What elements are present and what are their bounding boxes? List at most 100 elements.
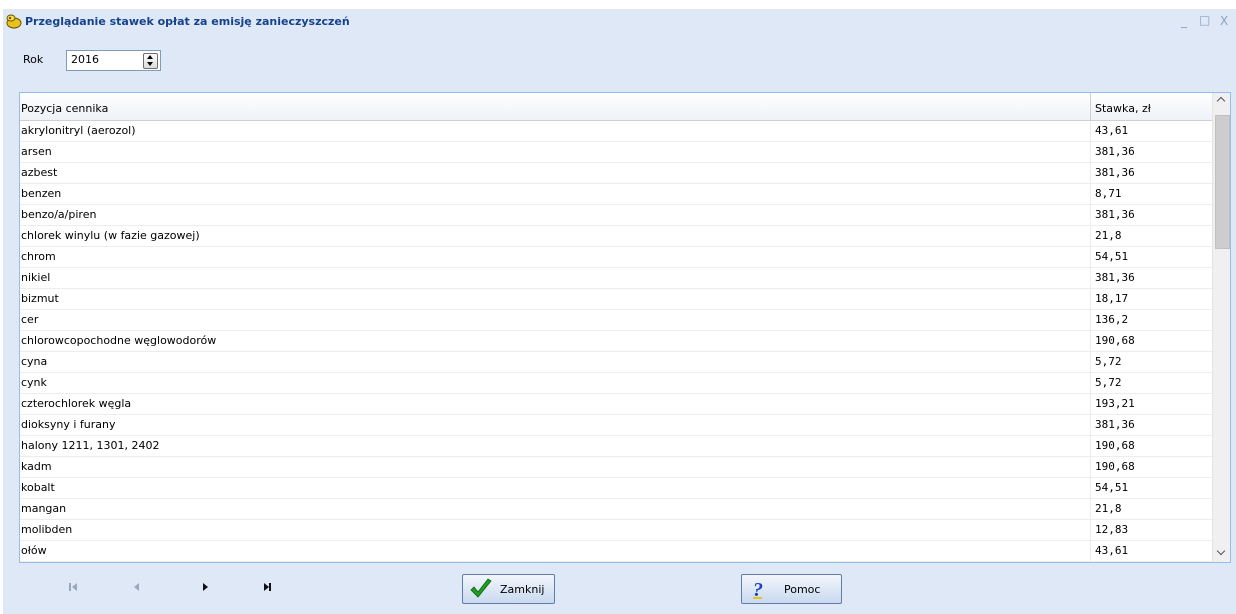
table-row[interactable]: nikiel 381,36 bbox=[20, 268, 1212, 289]
table-row[interactable]: mangan 21,8 bbox=[20, 499, 1212, 520]
table-row[interactable]: chlorek winylu (w fazie gazowej) 21,8 bbox=[20, 226, 1212, 247]
cell-rate: 381,36 bbox=[1095, 418, 1135, 431]
cell-rate: 381,36 bbox=[1095, 271, 1135, 284]
cell-item-name: molibden bbox=[21, 523, 73, 536]
cell-divider bbox=[1090, 457, 1091, 477]
cell-item-name: dioksyny i furany bbox=[21, 418, 116, 431]
table-row[interactable]: cer 136,2 bbox=[20, 310, 1212, 331]
cell-item-name: chlorowcopochodne węglowodorów bbox=[21, 334, 217, 347]
help-button[interactable]: ? Pomoc bbox=[741, 574, 842, 604]
first-record-button[interactable] bbox=[66, 579, 82, 595]
table-row[interactable]: dioksyny i furany 381,36 bbox=[20, 415, 1212, 436]
question-mark-icon: ? bbox=[753, 579, 763, 600]
table-row[interactable]: arsen 381,36 bbox=[20, 142, 1212, 163]
next-record-button[interactable] bbox=[198, 579, 214, 595]
cell-rate: 43,61 bbox=[1095, 544, 1129, 557]
cell-item-name: chrom bbox=[21, 250, 56, 263]
cell-divider bbox=[1090, 268, 1091, 288]
cell-item-name: akrylonitryl (aerozol) bbox=[21, 124, 136, 137]
cell-rate: 8,71 bbox=[1095, 187, 1122, 200]
first-record-icon bbox=[69, 583, 71, 591]
checkmark-icon bbox=[470, 578, 492, 598]
close-button-label: Zamknij bbox=[500, 583, 545, 596]
chevron-up-icon bbox=[1216, 96, 1226, 106]
table-row[interactable]: benzo/a/piren 381,36 bbox=[20, 205, 1212, 226]
year-label: Rok bbox=[23, 53, 44, 66]
spin-down-icon[interactable] bbox=[147, 62, 153, 66]
table-row[interactable]: czterochlorek węgla 193,21 bbox=[20, 394, 1212, 415]
cell-rate: 54,51 bbox=[1095, 481, 1129, 494]
close-window-button[interactable]: X bbox=[1220, 14, 1228, 28]
cell-rate: 193,21 bbox=[1095, 397, 1135, 410]
cell-divider bbox=[1090, 415, 1091, 435]
cell-divider bbox=[1090, 499, 1091, 519]
window-title: Przeglądanie stawek opłat za emisję zani… bbox=[25, 15, 350, 28]
cell-item-name: kobalt bbox=[21, 481, 55, 494]
cell-divider bbox=[1090, 520, 1091, 540]
column-header-item[interactable]: Pozycja cennika bbox=[21, 102, 108, 115]
cell-item-name: benzo/a/piren bbox=[21, 208, 97, 221]
cell-item-name: czterochlorek węgla bbox=[21, 397, 132, 410]
close-button[interactable]: Zamknij bbox=[462, 574, 555, 604]
scroll-down-button[interactable] bbox=[1213, 545, 1230, 562]
table-row[interactable]: azbest 381,36 bbox=[20, 163, 1212, 184]
table-row[interactable]: kobalt 54,51 bbox=[20, 478, 1212, 499]
cell-item-name: halony 1211, 1301, 2402 bbox=[21, 439, 160, 452]
year-value[interactable]: 2016 bbox=[71, 53, 99, 66]
cell-divider bbox=[1090, 331, 1091, 351]
cell-item-name: chlorek winylu (w fazie gazowej) bbox=[21, 229, 200, 242]
table-row[interactable]: ołów 43,61 bbox=[20, 541, 1212, 562]
svg-text:?: ? bbox=[753, 579, 763, 600]
year-spin-buttons[interactable] bbox=[143, 53, 158, 69]
cell-item-name: cynk bbox=[21, 376, 47, 389]
app-icon bbox=[6, 14, 22, 29]
title-bar[interactable]: Przeglądanie stawek opłat za emisję zani… bbox=[3, 9, 1236, 37]
cell-item-name: arsen bbox=[21, 145, 52, 158]
table-row[interactable]: halony 1211, 1301, 2402 190,68 bbox=[20, 436, 1212, 457]
cell-rate: 5,72 bbox=[1095, 355, 1122, 368]
column-header-rate[interactable]: Stawka, zł bbox=[1095, 102, 1151, 115]
help-button-label: Pomoc bbox=[784, 583, 821, 596]
table-row[interactable]: chlorowcopochodne węglowodorów 190,68 bbox=[20, 331, 1212, 352]
scroll-up-button[interactable] bbox=[1213, 93, 1230, 110]
last-record-button[interactable] bbox=[260, 579, 276, 595]
table-row[interactable]: cyna 5,72 bbox=[20, 352, 1212, 373]
column-divider[interactable] bbox=[1090, 93, 1091, 120]
cell-divider bbox=[1090, 394, 1091, 414]
chevron-down-icon bbox=[1216, 546, 1226, 556]
cell-item-name: kadm bbox=[21, 460, 52, 473]
next-record-icon bbox=[203, 583, 208, 591]
maximize-button[interactable]: □ bbox=[1199, 13, 1210, 27]
cell-rate: 54,51 bbox=[1095, 250, 1129, 263]
table-row[interactable]: benzen 8,71 bbox=[20, 184, 1212, 205]
cell-rate: 190,68 bbox=[1095, 460, 1135, 473]
table-row[interactable]: bizmut 18,17 bbox=[20, 289, 1212, 310]
table-row[interactable]: kadm 190,68 bbox=[20, 457, 1212, 478]
cell-rate: 190,68 bbox=[1095, 439, 1135, 452]
cell-divider bbox=[1090, 352, 1091, 372]
cell-rate: 43,61 bbox=[1095, 124, 1129, 137]
cell-divider bbox=[1090, 436, 1091, 456]
cell-divider bbox=[1090, 142, 1091, 162]
cell-item-name: cyna bbox=[21, 355, 48, 368]
cell-divider bbox=[1090, 289, 1091, 309]
previous-record-icon bbox=[134, 583, 139, 591]
table-row[interactable]: chrom 54,51 bbox=[20, 247, 1212, 268]
cell-divider bbox=[1090, 205, 1091, 225]
table-row[interactable]: akrylonitryl (aerozol) 43,61 bbox=[20, 121, 1212, 142]
cell-rate: 21,8 bbox=[1095, 502, 1122, 515]
spin-up-icon[interactable] bbox=[147, 55, 153, 59]
cell-rate: 21,8 bbox=[1095, 229, 1122, 242]
year-spinner[interactable]: 2016 bbox=[66, 50, 161, 71]
minimize-button[interactable]: _ bbox=[1181, 14, 1187, 28]
table-row[interactable]: molibden 12,83 bbox=[20, 520, 1212, 541]
cell-divider bbox=[1090, 163, 1091, 183]
cell-rate: 381,36 bbox=[1095, 145, 1135, 158]
rates-grid[interactable]: Pozycja cennika Stawka, zł akrylonitryl … bbox=[19, 92, 1231, 563]
vertical-scrollbar[interactable] bbox=[1212, 93, 1230, 562]
previous-record-button[interactable] bbox=[129, 579, 145, 595]
cell-rate: 18,17 bbox=[1095, 292, 1129, 305]
scroll-thumb[interactable] bbox=[1215, 115, 1230, 249]
table-row[interactable]: cynk 5,72 bbox=[20, 373, 1212, 394]
grid-rows: akrylonitryl (aerozol) 43,61 arsen 381,36 az… bbox=[20, 121, 1212, 562]
